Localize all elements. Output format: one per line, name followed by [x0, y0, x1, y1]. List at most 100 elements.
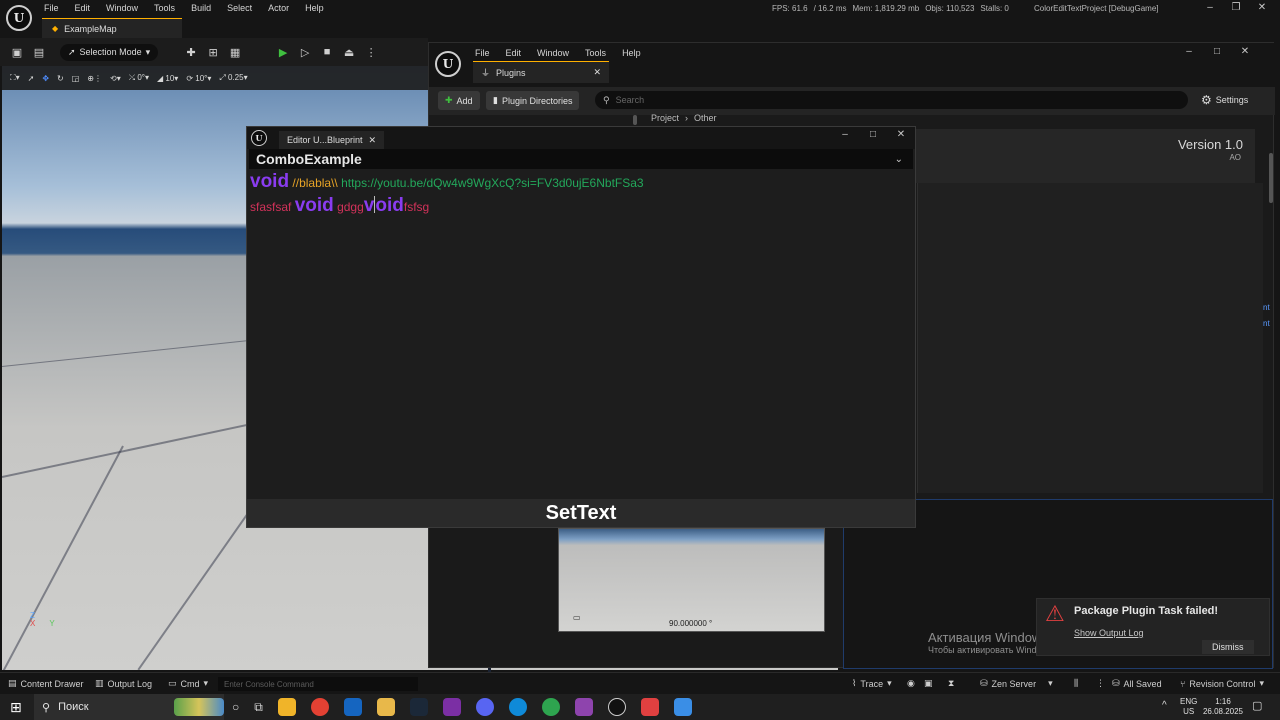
menu-window[interactable]: Window [106, 3, 138, 13]
rich-text-editor[interactable]: void //blabla\\ https://youtu.be/dQw4w9W… [247, 169, 915, 499]
eject-icon[interactable]: ⏏ [342, 45, 356, 59]
clock[interactable]: 1:16 26.08.2025 [1200, 697, 1246, 717]
breadcrumb-other[interactable]: Other [694, 113, 717, 123]
plugin-card[interactable]: Version 1.0 AO [915, 129, 1255, 183]
plugins-tab[interactable]: ⏚ Plugins ✕ [473, 61, 609, 83]
trace-icon: ⌇ [852, 678, 857, 688]
language-indicator[interactable]: ENG US [1180, 697, 1197, 717]
step-icon[interactable]: ▷ [298, 45, 312, 59]
play-icon[interactable]: ▶ [276, 45, 290, 59]
show-output-log-link[interactable]: Show Output Log [1074, 628, 1144, 638]
cmd-dropdown[interactable]: ▭ Cmd ▾ [168, 678, 208, 689]
notifications-icon[interactable]: ▢ [1252, 699, 1262, 712]
edge-icon[interactable] [508, 698, 527, 716]
derived-data-icon[interactable]: ⫼ [1074, 678, 1078, 689]
menu-help[interactable]: Help [305, 3, 324, 13]
cortana-icon[interactable]: ○ [232, 700, 239, 714]
discord-icon[interactable] [475, 698, 494, 716]
output-log-button[interactable]: ▥ Output Log [95, 678, 152, 689]
more-icon[interactable]: ⋮ [364, 45, 378, 59]
trace-dropdown[interactable]: ⌇ Trace ▾ [852, 678, 892, 689]
eub-minimize-icon[interactable]: – [837, 129, 853, 140]
chrome-icon[interactable] [310, 698, 329, 716]
plugins-search-input[interactable]: ⚲ Search [595, 91, 1188, 109]
plugins-list-scrollbar[interactable] [633, 115, 637, 125]
store-icon[interactable] [277, 698, 296, 716]
plugins-menu-help[interactable]: Help [622, 48, 641, 58]
plugins-close-icon[interactable]: ✕ [1237, 46, 1253, 57]
rotate-icon[interactable]: ↻ [57, 74, 64, 83]
unreal-logo-icon[interactable]: U [6, 5, 32, 31]
winrar-icon[interactable] [442, 698, 461, 716]
close-icon[interactable]: ✕ [1254, 2, 1270, 13]
select-icon[interactable]: ➚ [28, 74, 35, 83]
menu-tools[interactable]: Tools [154, 3, 175, 13]
plugin-directories-button[interactable]: ▮ Plugin Directories [486, 91, 580, 110]
maximize-icon[interactable]: ❐ [1228, 2, 1244, 13]
unreal-taskbar-icon[interactable] [607, 698, 626, 716]
outlook-icon[interactable] [343, 698, 362, 716]
source-control-icon[interactable]: ⋮ [1096, 678, 1105, 689]
settings-button[interactable]: ⚙ Settings [1201, 93, 1248, 107]
stop-icon[interactable]: ■ [320, 45, 334, 59]
plugins-menu-tools[interactable]: Tools [585, 48, 606, 58]
record-icon[interactable]: ◉ [907, 678, 915, 689]
grid-snap[interactable]: ◢ 10▾ [157, 74, 178, 83]
plugins-menu-edit[interactable]: Edit [506, 48, 522, 58]
blueprint-icon[interactable]: ⊞ [206, 45, 220, 59]
revision-control-dropdown[interactable]: ⑂ Revision Control ▾ [1180, 678, 1264, 689]
file-explorer-icon[interactable] [376, 698, 395, 716]
eub-maximize-icon[interactable]: □ [865, 129, 881, 140]
scale-icon[interactable]: ◲ [72, 74, 80, 83]
save-status[interactable]: ⛁ All Saved [1112, 678, 1162, 689]
eub-tab-close-icon[interactable]: ✕ [369, 135, 377, 146]
taskbar-search[interactable]: ⚲ Поиск [34, 694, 224, 720]
world-icon[interactable]: ⊕⋮ [87, 74, 102, 83]
eub-tab[interactable]: Editor U...Blueprint ✕ [279, 131, 385, 149]
menu-edit[interactable]: Edit [75, 3, 91, 13]
hourglass-icon[interactable]: ⧗ [948, 678, 954, 689]
output-log-label: Output Log [107, 678, 153, 689]
plugins-menu-file[interactable]: File [475, 48, 490, 58]
menu-actor[interactable]: Actor [268, 3, 289, 13]
scale-snap[interactable]: ⤢ 0.25▾ [219, 73, 247, 83]
snap-angle-1[interactable]: ⤯ 0°▾ [129, 73, 149, 83]
add-actor-icon[interactable]: ✚ [184, 45, 198, 59]
plugins-menu-window[interactable]: Window [537, 48, 569, 58]
map-tab[interactable]: ◆ ExampleMap [42, 18, 182, 38]
tab-close-icon[interactable]: ✕ [593, 67, 601, 78]
eub-close-icon[interactable]: ✕ [893, 129, 909, 140]
plugins-maximize-icon[interactable]: □ [1209, 46, 1225, 57]
cinematics-icon[interactable]: ▦ [228, 45, 242, 59]
menu-file[interactable]: File [44, 3, 59, 13]
tray-chevron-icon[interactable]: ^ [1162, 700, 1167, 711]
app-icon-blue[interactable] [673, 698, 692, 716]
content-drawer-button[interactable]: ▤ Content Drawer [8, 678, 84, 689]
surface-snap-icon[interactable]: ⟲▾ [110, 74, 121, 83]
content-browser-icon[interactable]: ▤ [32, 45, 46, 59]
breadcrumb-project[interactable]: Project [651, 113, 679, 123]
camera-capture-icon[interactable]: ▣ [924, 678, 933, 689]
add-plugin-button[interactable]: ✚ Add [438, 91, 480, 110]
rotation-snap[interactable]: ⟳ 10°▾ [186, 74, 211, 83]
plugins-minimize-icon[interactable]: – [1181, 46, 1197, 57]
console-input[interactable]: Enter Console Command [218, 677, 418, 691]
menu-select[interactable]: Select [227, 3, 252, 13]
zen-server-dropdown[interactable]: ⛁ Zen Server ▾ [980, 678, 1053, 689]
settext-button[interactable]: SetText [247, 499, 915, 527]
menu-build[interactable]: Build [191, 3, 211, 13]
move-icon[interactable]: ✥ [42, 74, 49, 83]
steam-icon[interactable] [409, 698, 428, 716]
plugins-scrollbar[interactable] [1269, 153, 1273, 203]
visual-studio-icon[interactable] [574, 698, 593, 716]
transform-select-icon[interactable]: ⛶▾ [10, 73, 20, 83]
windows-start-icon[interactable]: ⊞ [10, 699, 22, 716]
task-view-icon[interactable]: ⧉ [254, 700, 263, 715]
app-icon-red[interactable] [640, 698, 659, 716]
combo-box[interactable]: ComboExample ⌄ [249, 149, 913, 169]
dismiss-button[interactable]: Dismiss [1202, 640, 1254, 654]
gitkraken-icon[interactable] [541, 698, 560, 716]
minimize-icon[interactable]: – [1202, 2, 1218, 13]
selection-mode-dropdown[interactable]: ➚ Selection Mode ▾ [60, 43, 159, 61]
save-icon[interactable]: ▣ [10, 45, 24, 59]
